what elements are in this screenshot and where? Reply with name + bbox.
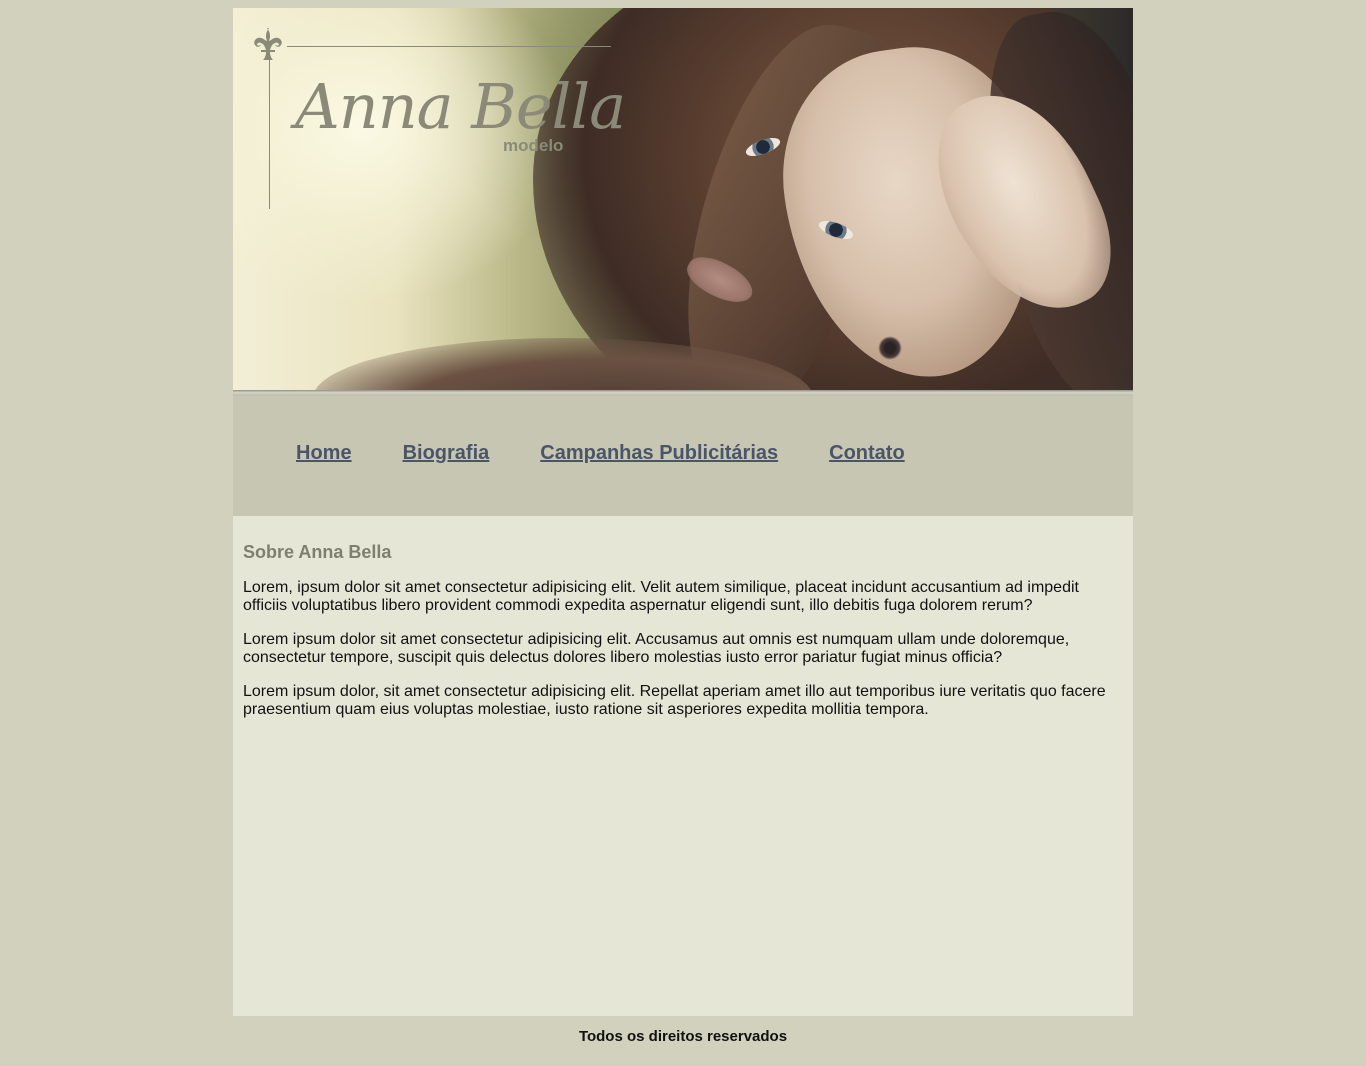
main-navigation: Home Biografia Campanhas Publicitárias C… <box>233 396 1133 516</box>
nav-link-contato[interactable]: Contato <box>829 442 905 464</box>
logo-rule-vertical <box>269 46 270 209</box>
nav-item-home: Home <box>296 442 352 465</box>
nav-item-campanhas: Campanhas Publicitárias <box>540 442 778 465</box>
nav-item-biografia: Biografia <box>403 442 490 465</box>
nav-link-campanhas[interactable]: Campanhas Publicitárias <box>540 442 778 464</box>
nav-link-home[interactable]: Home <box>296 442 352 464</box>
site-footer: Todos os direitos reservados <box>233 1016 1133 1045</box>
page-container: Anna Bella modelo Home Biografia Campanh… <box>233 8 1133 1045</box>
header-banner: Anna Bella modelo <box>233 8 1133 396</box>
main-content: Sobre Anna Bella Lorem, ipsum dolor sit … <box>233 516 1133 1016</box>
hero-photo-earring <box>878 336 902 360</box>
site-logo[interactable]: Anna Bella modelo <box>251 26 626 211</box>
logo-rule-horizontal <box>287 46 611 47</box>
paragraph-1: Lorem, ipsum dolor sit amet consectetur … <box>243 579 1079 614</box>
nav-list: Home Biografia Campanhas Publicitárias C… <box>296 442 956 465</box>
logo-name: Anna Bella <box>295 70 626 143</box>
logo-subtitle: modelo <box>503 136 564 155</box>
paragraph-3: Lorem ipsum dolor, sit amet consectetur … <box>243 683 1106 718</box>
nav-item-contato: Contato <box>829 442 905 465</box>
page-heading: Sobre Anna Bella <box>243 542 392 562</box>
footer-text: Todos os direitos reservados <box>578 1028 788 1045</box>
nav-link-biografia[interactable]: Biografia <box>403 442 490 464</box>
paragraph-2: Lorem ipsum dolor sit amet consectetur a… <box>243 631 1070 666</box>
